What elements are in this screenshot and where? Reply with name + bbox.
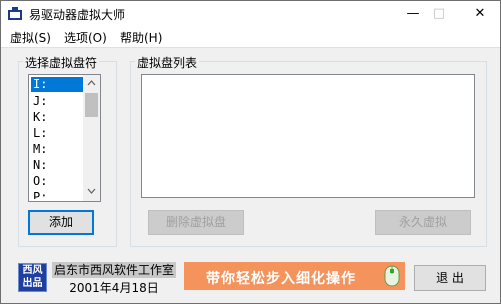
app-icon <box>8 7 22 20</box>
drive-item[interactable]: I: <box>31 77 83 92</box>
delete-disk-button: 删除虚拟盘 <box>148 210 244 235</box>
drive-item[interactable]: M: <box>31 142 83 157</box>
company-name: 启东市西风软件工作室 <box>52 262 176 278</box>
window-title: 易驱动器虚拟大师 <box>29 8 126 22</box>
menu-virtual[interactable]: 虚拟(S) <box>10 29 51 46</box>
drive-item[interactable]: O: <box>31 174 83 189</box>
add-button[interactable]: 添加 <box>28 210 94 235</box>
virtual-disk-group: 虚拟盘列表 删除虚拟盘 永久虚拟 <box>130 54 487 247</box>
menu-options[interactable]: 选项(O) <box>64 29 107 46</box>
drive-item[interactable]: K: <box>31 110 83 125</box>
drive-select-label: 选择虚拟盘符 <box>23 54 100 71</box>
scroll-up-icon <box>87 80 96 86</box>
menu-help[interactable]: 帮助(H) <box>120 29 162 46</box>
drive-scrollbar[interactable] <box>83 75 100 201</box>
title-bar: 易驱动器虚拟大师 — □ ✕ <box>1 1 500 27</box>
logo-badge: 西风 出品 <box>18 263 47 292</box>
release-date: 2001年4月18日 <box>69 281 159 295</box>
logo-top-text: 西风 <box>22 265 43 276</box>
promo-banner[interactable]: 带你轻松步入细化操作 <box>184 262 405 290</box>
maximize-button: □ <box>432 6 446 21</box>
drive-item[interactable]: J: <box>31 94 83 109</box>
close-button[interactable]: ✕ <box>463 1 497 27</box>
drive-item[interactable]: L: <box>31 126 83 141</box>
menu-bar: 虚拟(S) 选项(O) 帮助(H) <box>1 27 500 48</box>
main-window: 易驱动器虚拟大师 — □ ✕ 虚拟(S) 选项(O) 帮助(H) 选择虚拟盘符 … <box>0 0 501 304</box>
logo-bottom-text: 出品 <box>22 278 43 289</box>
scroll-down-icon <box>87 188 96 194</box>
scroll-thumb <box>85 93 98 117</box>
drive-item[interactable]: P: <box>31 190 83 199</box>
drive-item[interactable]: N: <box>31 158 83 173</box>
permanent-virtual-button: 永久虚拟 <box>375 210 471 235</box>
scrollbar-graphic <box>85 80 98 194</box>
drive-listbox[interactable]: I: J: K: L: M: N: O: P: <box>28 74 101 202</box>
virtual-disk-label: 虚拟盘列表 <box>135 54 200 71</box>
drive-select-group: 选择虚拟盘符 I: J: K: L: M: N: O: P: 添加 <box>18 54 117 247</box>
mouse-icon <box>384 265 400 287</box>
virtual-disk-list[interactable] <box>141 74 475 198</box>
banner-text: 带你轻松步入细化操作 <box>206 271 356 287</box>
exit-button[interactable]: 退 出 <box>414 265 486 291</box>
